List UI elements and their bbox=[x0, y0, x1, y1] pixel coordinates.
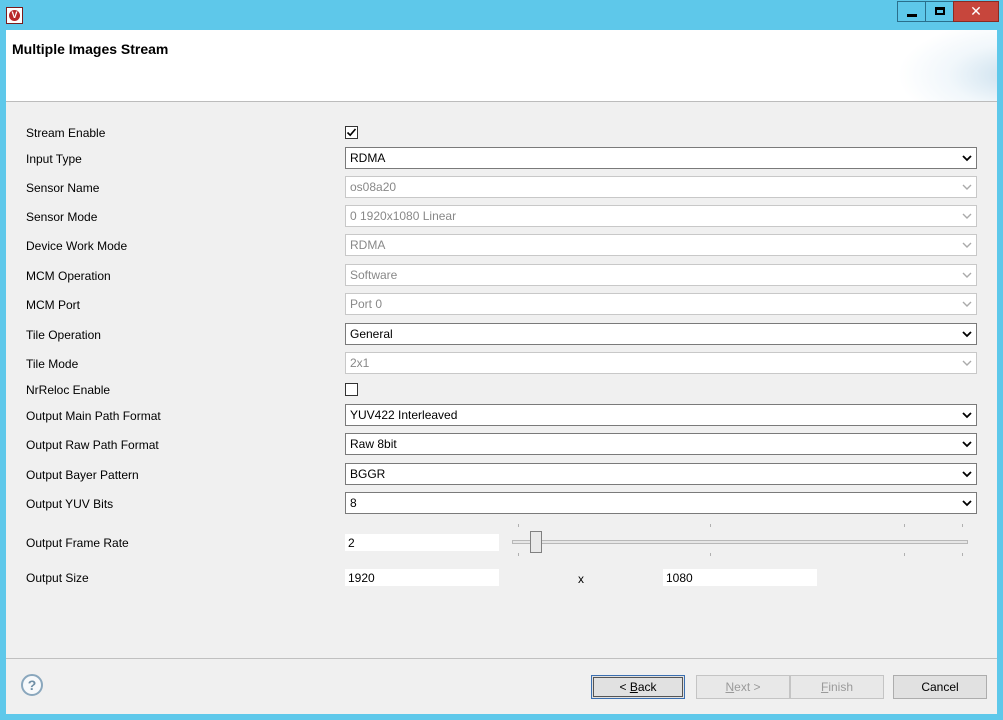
device-work-mode-value: RDMA bbox=[350, 238, 386, 252]
input-type-value: RDMA bbox=[350, 151, 386, 165]
output-main-path-format-select[interactable]: YUV422 Interleaved bbox=[345, 404, 977, 426]
header-banner-graphic bbox=[897, 30, 997, 101]
back-button-mnemonic: B bbox=[629, 680, 638, 694]
input-type-label: Input Type bbox=[26, 152, 82, 166]
maximize-button[interactable] bbox=[925, 1, 954, 22]
sensor-name-value: os08a20 bbox=[350, 180, 397, 194]
mcm-operation-value: Software bbox=[350, 268, 398, 282]
slider-tick bbox=[904, 524, 905, 527]
tile-operation-value: General bbox=[350, 327, 393, 341]
output-raw-path-format-label: Output Raw Path Format bbox=[26, 438, 159, 452]
chevron-down-icon bbox=[960, 496, 974, 510]
chevron-down-icon bbox=[960, 408, 974, 422]
mcm-operation-select[interactable]: Software bbox=[345, 264, 977, 286]
slider-tick bbox=[962, 524, 963, 527]
output-height-value: 1080 bbox=[666, 571, 693, 585]
close-button[interactable]: ✕ bbox=[953, 1, 999, 22]
next-button[interactable]: Next > bbox=[696, 675, 790, 699]
checkmark-icon bbox=[346, 128, 357, 137]
output-yuv-bits-select[interactable]: 8 bbox=[345, 492, 977, 514]
output-main-path-format-label: Output Main Path Format bbox=[26, 409, 161, 423]
wizard-dialog: Multiple Images Stream Stream Enable Inp… bbox=[6, 30, 997, 714]
finish-button[interactable]: Finish bbox=[790, 675, 884, 699]
sensor-name-select[interactable]: os08a20 bbox=[345, 176, 977, 198]
chevron-down-icon bbox=[960, 238, 974, 252]
help-icon[interactable]: ? bbox=[21, 674, 43, 696]
output-width-input[interactable]: 1920 bbox=[345, 569, 499, 586]
size-separator: x bbox=[578, 572, 584, 586]
sensor-mode-value: 0 1920x1080 Linear bbox=[350, 209, 457, 223]
device-work-mode-label: Device Work Mode bbox=[26, 239, 128, 253]
output-frame-rate-input[interactable]: 2 bbox=[345, 534, 499, 551]
wizard-header: Multiple Images Stream bbox=[6, 30, 997, 102]
chevron-down-icon bbox=[960, 151, 974, 165]
slider-tick bbox=[518, 553, 519, 556]
chevron-down-icon bbox=[960, 209, 974, 223]
output-main-path-format-value: YUV422 Interleaved bbox=[350, 408, 458, 422]
output-size-label: Output Size bbox=[26, 571, 89, 585]
output-width-value: 1920 bbox=[348, 571, 375, 585]
output-raw-path-format-select[interactable]: Raw 8bit bbox=[345, 433, 977, 455]
output-raw-path-format-value: Raw 8bit bbox=[350, 437, 397, 451]
close-icon: ✕ bbox=[970, 4, 982, 20]
app-logo-icon: V bbox=[6, 7, 23, 24]
tile-operation-label: Tile Operation bbox=[26, 328, 101, 342]
stream-enable-label: Stream Enable bbox=[26, 126, 106, 140]
frame-rate-slider-track[interactable] bbox=[512, 540, 968, 544]
chevron-down-icon bbox=[960, 268, 974, 282]
device-work-mode-select[interactable]: RDMA bbox=[345, 234, 977, 256]
chevron-down-icon bbox=[960, 327, 974, 341]
cancel-button[interactable]: Cancel bbox=[893, 675, 987, 699]
chevron-down-icon bbox=[960, 356, 974, 370]
slider-tick bbox=[710, 553, 711, 556]
sensor-mode-label: Sensor Mode bbox=[26, 210, 98, 224]
minimize-button[interactable] bbox=[897, 1, 926, 22]
nrreloc-enable-label: NrReloc Enable bbox=[26, 383, 111, 397]
window-title-bar: V ✕ bbox=[0, 0, 1003, 30]
maximize-icon bbox=[934, 7, 945, 15]
slider-tick bbox=[710, 524, 711, 527]
sensor-mode-select[interactable]: 0 1920x1080 Linear bbox=[345, 205, 977, 227]
tile-mode-select[interactable]: 2x1 bbox=[345, 352, 977, 374]
output-bayer-pattern-label: Output Bayer Pattern bbox=[26, 468, 139, 482]
output-yuv-bits-value: 8 bbox=[350, 496, 357, 510]
mcm-operation-label: MCM Operation bbox=[26, 269, 111, 283]
slider-tick bbox=[518, 524, 519, 527]
chevron-down-icon bbox=[960, 467, 974, 481]
sensor-name-label: Sensor Name bbox=[26, 181, 100, 195]
frame-rate-slider-thumb[interactable] bbox=[530, 531, 542, 553]
input-type-select[interactable]: RDMA bbox=[345, 147, 977, 169]
output-yuv-bits-label: Output YUV Bits bbox=[26, 497, 114, 511]
stream-enable-checkbox[interactable] bbox=[345, 126, 358, 139]
next-button-mnemonic: N bbox=[725, 680, 735, 694]
mcm-port-value: Port 0 bbox=[350, 297, 383, 311]
chevron-down-icon bbox=[960, 180, 974, 194]
mcm-port-select[interactable]: Port 0 bbox=[345, 293, 977, 315]
slider-tick bbox=[904, 553, 905, 556]
nrreloc-enable-checkbox[interactable] bbox=[345, 383, 358, 396]
back-button[interactable]: < Back bbox=[591, 675, 685, 699]
footer-separator bbox=[6, 658, 997, 659]
output-height-input[interactable]: 1080 bbox=[663, 569, 817, 586]
chevron-down-icon bbox=[960, 297, 974, 311]
back-button-prefix: < bbox=[619, 680, 630, 694]
tile-mode-value: 2x1 bbox=[350, 356, 370, 370]
tile-operation-select[interactable]: General bbox=[345, 323, 977, 345]
chevron-down-icon bbox=[960, 437, 974, 451]
output-bayer-pattern-select[interactable]: BGGR bbox=[345, 463, 977, 485]
output-frame-rate-value: 2 bbox=[348, 536, 355, 550]
slider-tick bbox=[962, 553, 963, 556]
minimize-icon bbox=[906, 14, 917, 17]
tile-mode-label: Tile Mode bbox=[26, 357, 79, 371]
back-button-rest: ack bbox=[637, 680, 657, 694]
mcm-port-label: MCM Port bbox=[26, 298, 80, 312]
page-title: Multiple Images Stream bbox=[12, 41, 169, 57]
finish-button-rest: inish bbox=[828, 680, 854, 694]
output-frame-rate-label: Output Frame Rate bbox=[26, 536, 129, 550]
output-bayer-pattern-value: BGGR bbox=[350, 467, 386, 481]
next-button-rest: ext > bbox=[734, 680, 761, 694]
